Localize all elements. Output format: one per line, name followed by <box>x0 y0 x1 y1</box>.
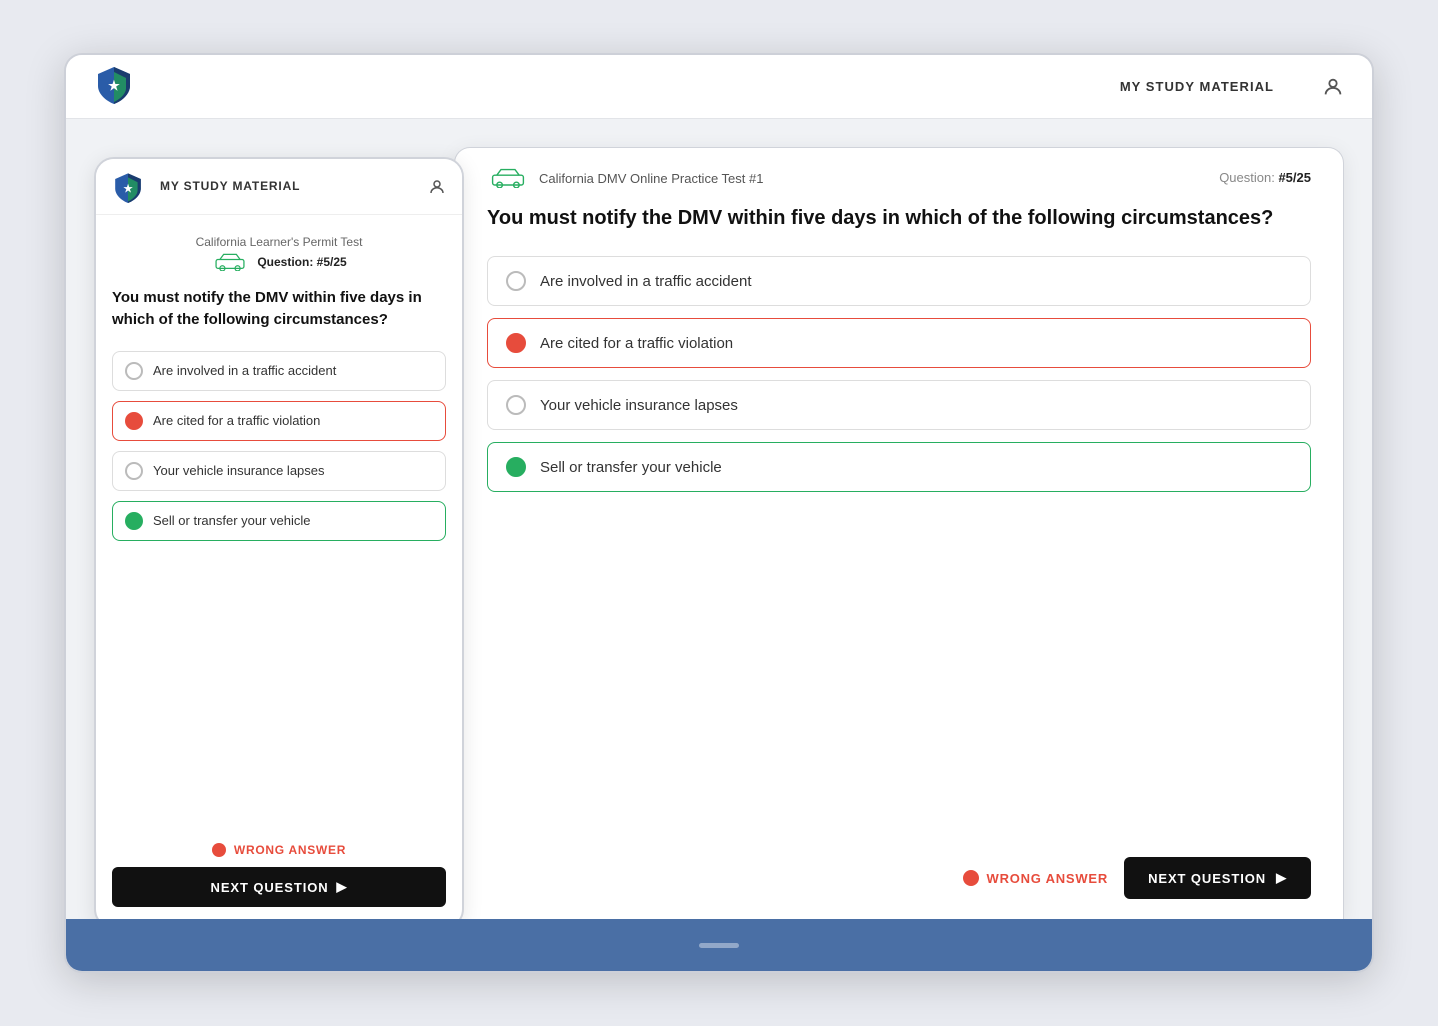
mobile-preview-panel: ★ MY STUDY MATERIAL California Learner's… <box>94 157 464 919</box>
desktop-option-d[interactable]: Sell or transfer your vehicle <box>487 442 1311 492</box>
mobile-radio-c <box>125 462 143 480</box>
mobile-wrong-answer-row: WRONG ANSWER <box>112 843 446 857</box>
mobile-nav-label: MY STUDY MATERIAL <box>144 159 428 215</box>
mobile-radio-a <box>125 362 143 380</box>
desktop-footer: WRONG ANSWER NEXT QUESTION ▶ <box>455 845 1343 919</box>
main-content: ★ MY STUDY MATERIAL California Learner's… <box>66 119 1372 919</box>
desktop-brand-name: California DMV Online Practice Test #1 <box>539 171 763 186</box>
top-nav-bar: ★ MY STUDY MATERIAL <box>66 55 1372 119</box>
mobile-logo-shield: ★ <box>112 171 144 203</box>
mobile-question-num: Question: #5/25 <box>257 255 346 269</box>
mobile-option-b[interactable]: Are cited for a traffic violation <box>112 401 446 441</box>
mobile-option-d[interactable]: Sell or transfer your vehicle <box>112 501 446 541</box>
desktop-header: California DMV Online Practice Test #1 Q… <box>455 148 1343 256</box>
desktop-option-a[interactable]: Are involved in a traffic accident <box>487 256 1311 306</box>
mobile-body: California Learner's Permit Test Questio… <box>96 215 462 919</box>
desktop-car-icon <box>487 168 529 188</box>
desktop-radio-b <box>506 333 526 353</box>
desktop-next-label: NEXT QUESTION <box>1148 871 1266 886</box>
desktop-radio-a <box>506 271 526 291</box>
desktop-question-number: #5/25 <box>1278 170 1311 185</box>
mobile-user-icon[interactable] <box>428 178 446 196</box>
desktop-option-b[interactable]: Are cited for a traffic violation <box>487 318 1311 368</box>
mobile-car-icon <box>211 253 249 271</box>
mobile-option-c-text: Your vehicle insurance lapses <box>153 463 325 478</box>
desktop-brand: California DMV Online Practice Test #1 <box>487 168 763 188</box>
desktop-option-a-text: Are involved in a traffic accident <box>540 273 752 290</box>
logo-shield: ★ <box>94 64 134 109</box>
desktop-question-counter: Question: #5/25 <box>1219 169 1311 187</box>
desktop-body: Are involved in a traffic accident Are c… <box>455 256 1343 845</box>
mobile-next-button[interactable]: NEXT QUESTION ▶ <box>112 867 446 907</box>
mobile-option-a-text: Are involved in a traffic accident <box>153 363 336 378</box>
svg-text:★: ★ <box>108 78 120 93</box>
mobile-question-number: #5/25 <box>317 255 347 269</box>
mobile-question-text: You must notify the DMV within five days… <box>112 287 446 331</box>
mobile-radio-d <box>125 512 143 530</box>
desktop-wrong-dot <box>963 870 979 886</box>
desktop-question-prefix: Question: <box>1219 170 1278 185</box>
desktop-next-arrow: ▶ <box>1276 870 1287 886</box>
scroll-handle <box>699 943 739 948</box>
mobile-question-prefix: Question: <box>257 255 316 269</box>
mobile-option-b-text: Are cited for a traffic violation <box>153 413 320 428</box>
desktop-option-d-text: Sell or transfer your vehicle <box>540 459 722 476</box>
mobile-wrong-dot <box>212 843 226 857</box>
desktop-next-button[interactable]: NEXT QUESTION ▶ <box>1124 857 1311 899</box>
mobile-wrong-text: WRONG ANSWER <box>234 843 346 857</box>
desktop-radio-d <box>506 457 526 477</box>
mobile-car-row: Question: #5/25 <box>112 253 446 271</box>
mobile-option-d-text: Sell or transfer your vehicle <box>153 513 311 528</box>
mobile-next-arrow: ▶ <box>337 879 348 895</box>
desktop-wrong-row: WRONG ANSWER <box>963 870 1109 886</box>
mobile-next-label: NEXT QUESTION <box>211 880 329 895</box>
mobile-nav: ★ MY STUDY MATERIAL <box>96 159 462 215</box>
user-icon[interactable] <box>1322 76 1344 98</box>
mobile-radio-b <box>125 412 143 430</box>
desktop-wrong-text: WRONG ANSWER <box>987 871 1109 886</box>
mobile-option-a[interactable]: Are involved in a traffic accident <box>112 351 446 391</box>
bottom-bar <box>66 919 1372 971</box>
desktop-option-c-text: Your vehicle insurance lapses <box>540 397 738 414</box>
top-nav-title: MY STUDY MATERIAL <box>1092 55 1302 119</box>
desktop-header-top: California DMV Online Practice Test #1 Q… <box>487 168 1311 188</box>
desktop-option-c[interactable]: Your vehicle insurance lapses <box>487 380 1311 430</box>
browser-frame: ★ MY STUDY MATERIAL ★ MY STUDY MATERIAL <box>64 53 1374 973</box>
mobile-option-c[interactable]: Your vehicle insurance lapses <box>112 451 446 491</box>
desktop-question-text: You must notify the DMV within five days… <box>487 204 1311 232</box>
desktop-radio-c <box>506 395 526 415</box>
mobile-test-label: California Learner's Permit Test <box>112 235 446 249</box>
desktop-option-b-text: Are cited for a traffic violation <box>540 335 733 352</box>
svg-text:★: ★ <box>122 183 132 194</box>
desktop-panel: California DMV Online Practice Test #1 Q… <box>454 147 1344 919</box>
